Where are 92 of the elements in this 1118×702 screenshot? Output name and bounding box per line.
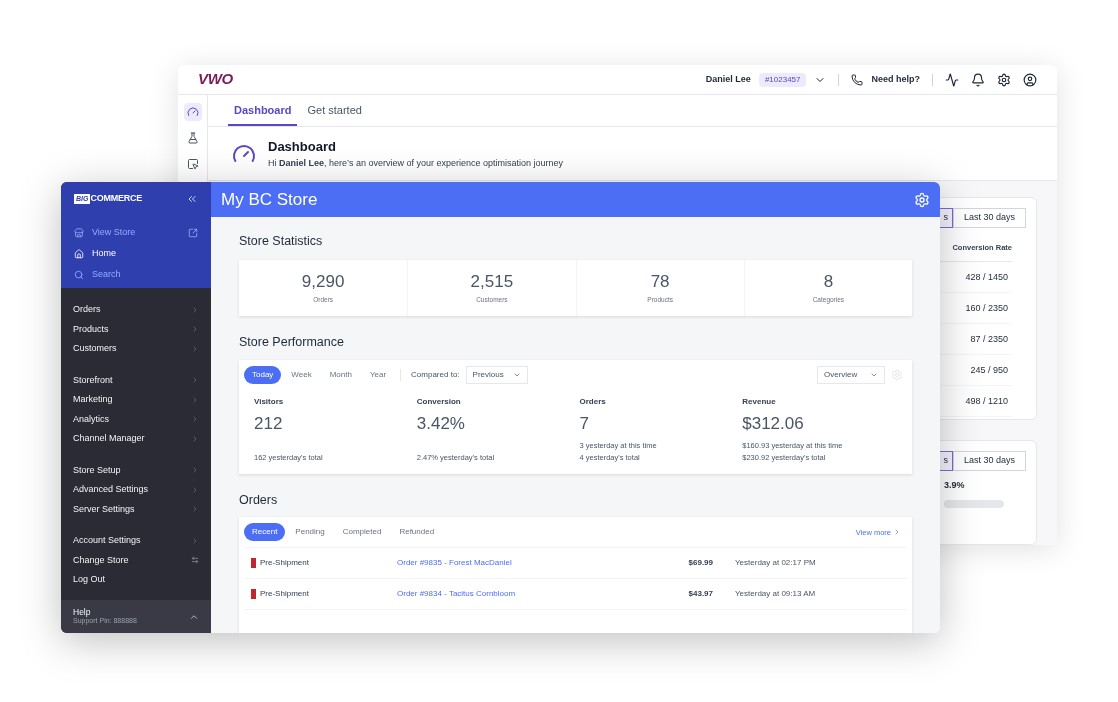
view-select[interactable]: Overview — [817, 365, 885, 384]
menu-item[interactable]: Channel Manager — [73, 429, 199, 449]
table-cell: 498 / 1210 — [965, 394, 1008, 408]
compare-label: Compared to: — [411, 368, 460, 381]
menu-item[interactable]: Account Settings — [73, 531, 199, 551]
tab[interactable]: Pending — [287, 523, 333, 542]
tab[interactable]: Year — [361, 365, 395, 384]
tab[interactable]: Week — [283, 365, 320, 384]
chevron-right-icon — [191, 344, 199, 353]
metric-label: Revenue — [742, 395, 777, 408]
chevron-right-icon — [191, 325, 199, 334]
chevron-right-icon — [191, 395, 199, 404]
pulse-icon[interactable] — [945, 72, 959, 87]
chevron-right-icon — [191, 536, 199, 545]
chevron-right-icon — [191, 485, 199, 494]
user-name: Daniel Lee — [705, 72, 751, 86]
stat-value: 78 — [650, 271, 670, 293]
user-icon[interactable] — [1023, 72, 1037, 87]
metric-value: 7 — [579, 412, 590, 435]
section-title: Store Statistics — [239, 233, 324, 250]
tab[interactable]: Month — [321, 365, 360, 384]
tab[interactable]: Dashboard — [228, 101, 298, 126]
metric-label: Visitors — [254, 395, 285, 408]
chevron-right-icon — [191, 415, 199, 424]
tab[interactable]: Recent — [244, 523, 286, 542]
bell-icon[interactable] — [971, 72, 985, 87]
sidebar-link[interactable]: View Store — [74, 225, 198, 241]
menu-item[interactable]: Orders — [73, 300, 199, 320]
sidebar-link[interactable]: Search — [74, 267, 198, 283]
logo[interactable]: VWO — [198, 68, 233, 91]
chevron-right-icon — [191, 305, 199, 314]
bar-track — [944, 500, 1004, 509]
menu-item[interactable]: Storefront — [73, 370, 199, 390]
metric-value: 3.9% — [944, 478, 966, 492]
menu-item[interactable]: Marketing — [73, 390, 199, 410]
order-amount: $69.99 — [687, 557, 713, 570]
order-status: Pre-Shipment — [260, 557, 310, 570]
compare-select[interactable]: Previous — [465, 365, 528, 384]
sidebar-link[interactable]: Home — [74, 246, 198, 262]
order-time: Yesterday at 09:13 AM — [735, 588, 816, 601]
store-icon — [74, 228, 84, 238]
menu-item[interactable]: Store Setup — [73, 460, 199, 480]
table-cell: 87 / 2350 — [970, 332, 1008, 346]
swap-icon — [191, 556, 199, 565]
settings-icon[interactable] — [997, 72, 1011, 87]
stat-value: 8 — [823, 271, 834, 293]
order-status: Pre-Shipment — [260, 588, 310, 601]
table-cell: 160 / 2350 — [965, 301, 1008, 315]
chevron-right-icon — [191, 376, 199, 385]
chevron-right-icon — [893, 528, 901, 537]
order-link[interactable]: Order #9835 - Forest MacDaniel — [397, 557, 667, 570]
chevron-right-icon — [191, 434, 199, 443]
section-title: Store Performance — [239, 333, 345, 351]
menu-item[interactable]: Customers — [73, 339, 199, 359]
page-title: Dashboard — [268, 138, 337, 156]
table-cell: 245 / 950 — [970, 363, 1008, 377]
table-cell: 428 / 1450 — [965, 270, 1008, 284]
account-id: #1023457 — [758, 72, 807, 87]
metric-value: 212 — [254, 412, 284, 435]
range-button[interactable]: Last 30 days — [952, 208, 1026, 228]
greeting-text: Hi Daniel Lee, here’s an overview of your experience optimisation journey — [268, 156, 563, 170]
title-bar: My BC Store — [211, 182, 940, 217]
home-icon — [74, 249, 84, 259]
metric-label: Conversion — [416, 395, 462, 408]
stat-value: 9,290 — [301, 271, 345, 293]
section-title: Orders — [239, 491, 279, 509]
logo-text: COMMERCE — [90, 192, 143, 205]
gauge-icon[interactable] — [183, 103, 202, 121]
menu-item[interactable]: Change Store — [73, 550, 199, 570]
menu-item[interactable]: Products — [73, 319, 199, 339]
phone-icon — [851, 73, 864, 86]
metric-value: $312.06 — [742, 412, 805, 435]
chevron-right-icon — [191, 505, 199, 514]
menu-item[interactable]: Analytics — [73, 409, 199, 429]
chevron-right-icon — [191, 466, 199, 475]
tab[interactable]: Today — [244, 365, 282, 384]
order-amount: $43.97 — [687, 588, 713, 601]
order-time: Yesterday at 02:17 PM — [735, 557, 816, 570]
menu-item[interactable]: Log Out — [73, 570, 199, 590]
help-link[interactable]: Need help? — [871, 72, 920, 87]
order-link[interactable]: Order #9834 - Tacitus Cornbloom — [397, 588, 667, 601]
tab[interactable]: Completed — [334, 523, 390, 542]
menu-item[interactable]: Server Settings — [73, 499, 199, 519]
stat-value: 2,515 — [470, 271, 514, 293]
tab[interactable]: Refunded — [391, 523, 443, 542]
search-icon — [74, 270, 84, 280]
range-button[interactable]: Last 30 days — [952, 450, 1026, 471]
metric-label: Orders — [579, 395, 607, 408]
external-link-icon — [188, 228, 198, 238]
tab[interactable]: Get started — [301, 101, 368, 126]
menu-item[interactable]: Advanced Settings — [73, 480, 199, 500]
metric-value: 3.42% — [416, 412, 466, 435]
